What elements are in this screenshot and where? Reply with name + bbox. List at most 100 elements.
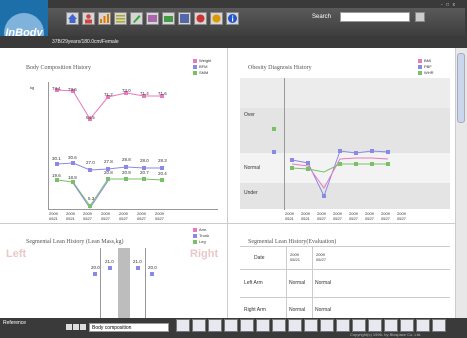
nav-first-icon[interactable] [66, 324, 72, 330]
thumb-12[interactable] [352, 319, 366, 332]
nav-next-icon[interactable] [80, 324, 86, 330]
nav-prev-icon[interactable] [73, 324, 79, 330]
obesity-title: Obesity Diagnosis History [248, 65, 312, 71]
bfm-point [71, 161, 75, 165]
smm-value: 19.6 [52, 173, 61, 178]
date-1: 2009 05/21 [290, 252, 301, 262]
image-icon[interactable] [146, 12, 159, 25]
edit-icon[interactable] [130, 12, 143, 25]
bfm-legend: BFM [199, 64, 208, 69]
thumb-16[interactable] [416, 319, 430, 332]
smm-point [142, 177, 146, 181]
trunk-legend: Trunk [199, 233, 210, 238]
weight-value: 64.5 [86, 115, 95, 120]
search-button[interactable] [415, 12, 425, 22]
thumb-10[interactable] [320, 319, 334, 332]
seg-axis [100, 248, 101, 318]
trunk-bar [118, 248, 130, 318]
left-arm-eval-1: Normal [289, 280, 306, 286]
search-input[interactable] [340, 12, 410, 22]
x-date: 0521 [49, 216, 58, 221]
weight-value: 71.6 [158, 91, 167, 96]
settings-icon[interactable] [210, 12, 223, 25]
whr-legend-marker [418, 71, 422, 75]
weight-value: 73.6 [68, 87, 77, 92]
smm-value: 20.7 [140, 170, 149, 175]
seg-lean-title: Segmental Lean History (Lean Mass,kg) [26, 239, 124, 245]
smm-value: 18.8 [68, 175, 77, 180]
copyright: Copyright(c) 1996- by Biospace Co.,Ltd. [350, 332, 422, 337]
smm-legend-marker [193, 71, 197, 75]
reference-label[interactable]: Reference [3, 320, 26, 326]
x-date: 0527 [101, 216, 110, 221]
view-select[interactable]: Body composition [89, 323, 169, 332]
eval-col-line [312, 247, 313, 319]
export-icon[interactable] [162, 12, 175, 25]
smm-point [124, 177, 128, 181]
thumb-4[interactable] [224, 319, 238, 332]
trunk-legend-marker [193, 234, 197, 238]
list-icon[interactable] [114, 12, 127, 25]
thumb-2[interactable] [192, 319, 206, 332]
kg-unit: kg [30, 85, 35, 90]
seg-eval-title: Segmental Lean History(Evaluation) [248, 239, 337, 245]
smm-line-overlay [72, 180, 109, 209]
thumb-6[interactable] [256, 319, 270, 332]
eval-table: Date 2009 05/21 2009 05/27 Left Arm Norm… [240, 246, 450, 319]
obs-x-date: 0527 [349, 216, 358, 221]
print-icon[interactable] [178, 12, 191, 25]
scrollbar-thumb[interactable] [457, 53, 465, 123]
thumb-8[interactable] [288, 319, 302, 332]
x-date: 0527 [83, 216, 92, 221]
thumb-15[interactable] [400, 319, 414, 332]
right-arm-eval-1: Normal [289, 307, 306, 313]
obesity-plot [272, 127, 390, 198]
thumb-3[interactable] [208, 319, 222, 332]
weight-value: 73.0 [122, 88, 131, 93]
left-arm-label: Left Arm [244, 280, 263, 286]
obs-x-date: 0521 [285, 216, 294, 221]
seg-axis-right [145, 248, 146, 318]
smm-legend: SMM [199, 70, 209, 75]
bfm-value: 28.3 [158, 158, 167, 163]
date-label: Date [254, 255, 265, 261]
eval-row-line [240, 269, 450, 270]
thumb-1[interactable] [176, 319, 190, 332]
thumb-11[interactable] [336, 319, 350, 332]
right-arm-label: Right Arm [244, 307, 266, 313]
thumb-13[interactable] [368, 319, 382, 332]
thumb-5[interactable] [240, 319, 254, 332]
smm-value: 5.3 [88, 196, 95, 201]
bmi-legend: BMI [424, 58, 432, 63]
arm-legend: Arm [199, 227, 207, 232]
bfm-point [160, 166, 164, 170]
pbf-legend: PBF [424, 64, 432, 69]
weight-legend: Weight [199, 58, 212, 63]
weight-value: 74.1 [52, 86, 61, 91]
trunk-value-2: 21.0 [133, 259, 142, 264]
panel-divider-v [227, 48, 228, 318]
window-controls[interactable]: - □ x [441, 2, 465, 9]
thumb-7[interactable] [272, 319, 286, 332]
info-icon[interactable] [226, 12, 239, 25]
bfm-point [88, 168, 92, 172]
chart-icon[interactable] [98, 12, 111, 25]
arm-legend-marker [193, 228, 197, 232]
body-comp-plot [55, 88, 164, 209]
thumb-17[interactable] [432, 319, 446, 332]
obs-x-date: 0527 [397, 216, 406, 221]
thumb-9[interactable] [304, 319, 318, 332]
bfm-value: 27.8 [104, 159, 113, 164]
bfm-value: 28.0 [140, 158, 149, 163]
thumb-14[interactable] [384, 319, 398, 332]
whr-legend: WHR [424, 70, 434, 75]
home-icon[interactable] [66, 12, 79, 25]
weight-value: 71.2 [104, 92, 113, 97]
x-date: 0527 [137, 216, 146, 221]
bfm-value: 28.8 [122, 157, 131, 162]
eval-row-line [240, 297, 450, 298]
bfm-point [124, 165, 128, 169]
gear-icon[interactable] [194, 12, 207, 25]
bfm-value: 30.6 [68, 155, 77, 160]
user-icon[interactable] [82, 12, 95, 25]
